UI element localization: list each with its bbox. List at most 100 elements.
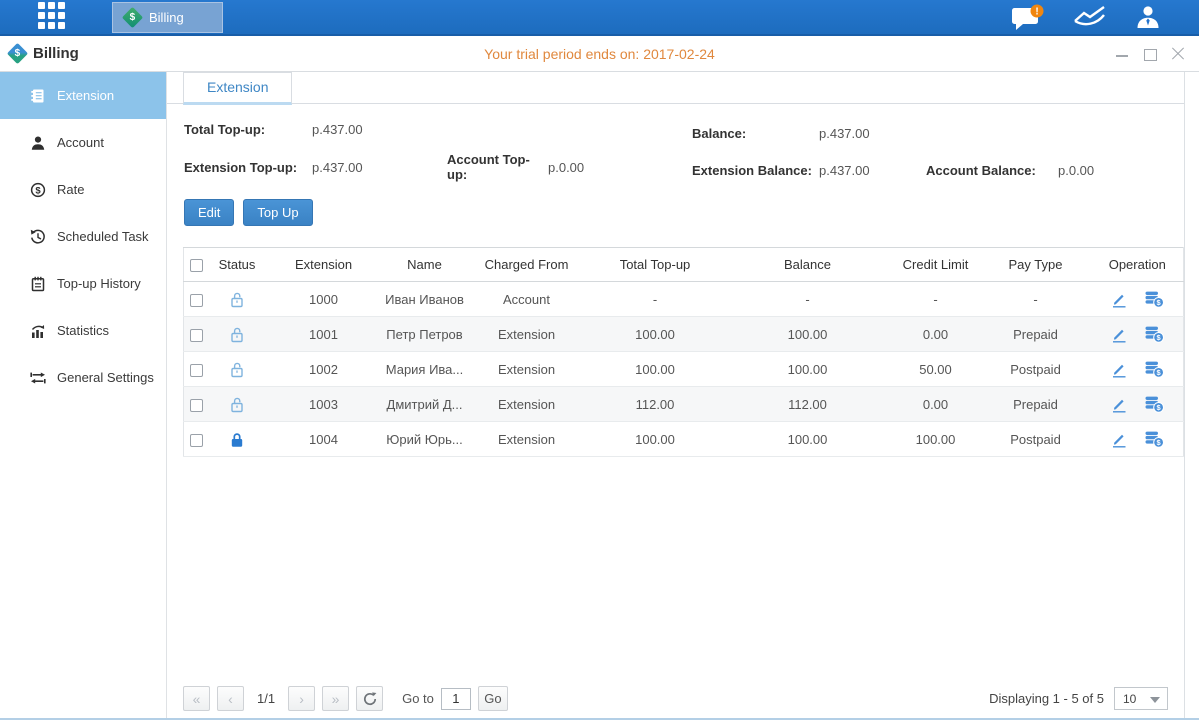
row-checkbox[interactable]	[190, 434, 203, 447]
column-status: Status	[210, 248, 265, 282]
edit-row-icon[interactable]	[1110, 326, 1128, 343]
top-up-row-icon[interactable]: $	[1144, 430, 1164, 448]
statistics-chart-icon[interactable]	[1073, 5, 1107, 29]
sidebar-item-label: Rate	[57, 182, 84, 197]
balance-cell: 100.00	[724, 352, 892, 387]
unlock-icon[interactable]	[229, 326, 245, 343]
billing-window-icon: $	[7, 43, 28, 64]
table-row[interactable]: 1001Петр ПетровExtension100.00100.000.00…	[184, 317, 1184, 352]
svg-text:!: !	[1035, 6, 1038, 17]
unlock-icon[interactable]	[229, 361, 245, 378]
last-page-button[interactable]: »	[322, 686, 349, 711]
transfer-arrows-icon	[30, 370, 46, 386]
edit-button[interactable]: Edit	[184, 199, 234, 226]
operation-cell: $	[1092, 317, 1184, 352]
table-row[interactable]: 1000Иван ИвановAccount----$	[184, 282, 1184, 317]
column-total-topup: Total Top-up	[587, 248, 724, 282]
credit-limit-cell: 0.00	[892, 317, 980, 352]
edit-row-icon[interactable]	[1110, 361, 1128, 378]
trial-notice: Your trial period ends on: 2017-02-24	[0, 46, 1199, 62]
select-all-checkbox[interactable]	[190, 259, 203, 272]
tab-extension[interactable]: Extension	[183, 72, 292, 105]
go-button[interactable]: Go	[478, 686, 508, 711]
user-account-icon[interactable]	[1135, 5, 1161, 29]
ledger-icon	[30, 88, 46, 104]
extension-topup-value: p.437.00	[312, 160, 447, 175]
sidebar-item-label: Account	[57, 135, 104, 150]
charged-from-cell: Account	[467, 282, 587, 317]
status-cell	[210, 352, 265, 387]
top-up-row-icon[interactable]: $	[1144, 325, 1164, 343]
column-balance: Balance	[724, 248, 892, 282]
charged-from-cell: Extension	[467, 387, 587, 422]
row-checkbox[interactable]	[190, 294, 203, 307]
sidebar-item-topup-history[interactable]: Top-up History	[0, 260, 166, 307]
table-row[interactable]: 1003Дмитрий Д...Extension112.00112.000.0…	[184, 387, 1184, 422]
unlock-icon[interactable]	[229, 291, 245, 308]
balance-cell: 100.00	[724, 317, 892, 352]
credit-limit-cell: 0.00	[892, 387, 980, 422]
topbar-icons: !	[1011, 0, 1161, 34]
pay-type-cell: -	[980, 282, 1092, 317]
operation-cell: $	[1092, 422, 1184, 457]
status-cell	[210, 282, 265, 317]
sidebar-item-account[interactable]: Account	[0, 119, 166, 166]
person-icon	[30, 135, 46, 151]
table-row[interactable]: 1002Мария Ива...Extension100.00100.0050.…	[184, 352, 1184, 387]
total-topup-cell: 100.00	[587, 352, 724, 387]
top-bar: $ Billing !	[0, 0, 1199, 36]
top-up-row-icon[interactable]: $	[1144, 360, 1164, 378]
edit-row-icon[interactable]	[1110, 396, 1128, 413]
first-page-button[interactable]: «	[183, 686, 210, 711]
notepad-icon	[30, 276, 46, 292]
window-title-bar: $ Billing Your trial period ends on: 201…	[0, 36, 1199, 72]
unlock-icon[interactable]	[229, 396, 245, 413]
window-body: Extension Account $ Rate	[0, 72, 1199, 720]
minimize-icon[interactable]	[1115, 47, 1129, 61]
svg-text:$: $	[35, 185, 41, 196]
taskbar-tab-billing[interactable]: $ Billing	[112, 2, 223, 33]
messages-icon[interactable]: !	[1011, 4, 1045, 31]
column-pay-type: Pay Type	[980, 248, 1092, 282]
action-buttons: Edit Top Up	[184, 199, 1184, 226]
top-up-button[interactable]: Top Up	[243, 199, 312, 226]
window-title: Billing	[33, 45, 79, 62]
sidebar-item-rate[interactable]: $ Rate	[0, 166, 166, 213]
tab-strip: Extension	[167, 72, 1184, 104]
close-icon[interactable]	[1171, 47, 1185, 61]
top-up-row-icon[interactable]: $	[1144, 395, 1164, 413]
maximize-icon[interactable]	[1143, 47, 1157, 61]
sidebar-item-statistics[interactable]: Statistics	[0, 307, 166, 354]
name-cell: Мария Ива...	[383, 352, 467, 387]
charged-from-cell: Extension	[467, 317, 587, 352]
row-checkbox[interactable]	[190, 329, 203, 342]
balance-cell: -	[724, 282, 892, 317]
edit-row-icon[interactable]	[1110, 431, 1128, 448]
sidebar-item-label: General Settings	[57, 370, 154, 385]
edit-row-icon[interactable]	[1110, 291, 1128, 308]
status-cell	[210, 317, 265, 352]
column-credit-limit: Credit Limit	[892, 248, 980, 282]
app-launcher-icon[interactable]	[38, 2, 68, 32]
extension-cell: 1000	[265, 282, 383, 317]
goto-page-input[interactable]	[441, 688, 471, 710]
table-row[interactable]: 1004Юрий Юрь...Extension100.00100.00100.…	[184, 422, 1184, 457]
lock-icon[interactable]	[229, 431, 245, 448]
row-checkbox[interactable]	[190, 364, 203, 377]
sidebar-item-label: Extension	[57, 88, 114, 103]
top-up-row-icon[interactable]: $	[1144, 290, 1164, 308]
total-topup-cell: 100.00	[587, 422, 724, 457]
refresh-button[interactable]	[356, 686, 383, 711]
row-checkbox[interactable]	[190, 399, 203, 412]
sidebar-item-label: Statistics	[57, 323, 109, 338]
next-page-button[interactable]: ›	[288, 686, 315, 711]
prev-page-button[interactable]: ‹	[217, 686, 244, 711]
page-size-select[interactable]: 10	[1114, 687, 1168, 710]
column-extension: Extension	[265, 248, 383, 282]
sidebar-item-general-settings[interactable]: General Settings	[0, 354, 166, 401]
goto-label: Go to	[402, 691, 434, 706]
account-balance-value: p.0.00	[1058, 163, 1094, 178]
sidebar-item-extension[interactable]: Extension	[0, 72, 166, 119]
pagination-bar: « ‹ 1/1 › » Go to Go Di	[167, 686, 1184, 711]
sidebar-item-scheduled-task[interactable]: Scheduled Task	[0, 213, 166, 260]
